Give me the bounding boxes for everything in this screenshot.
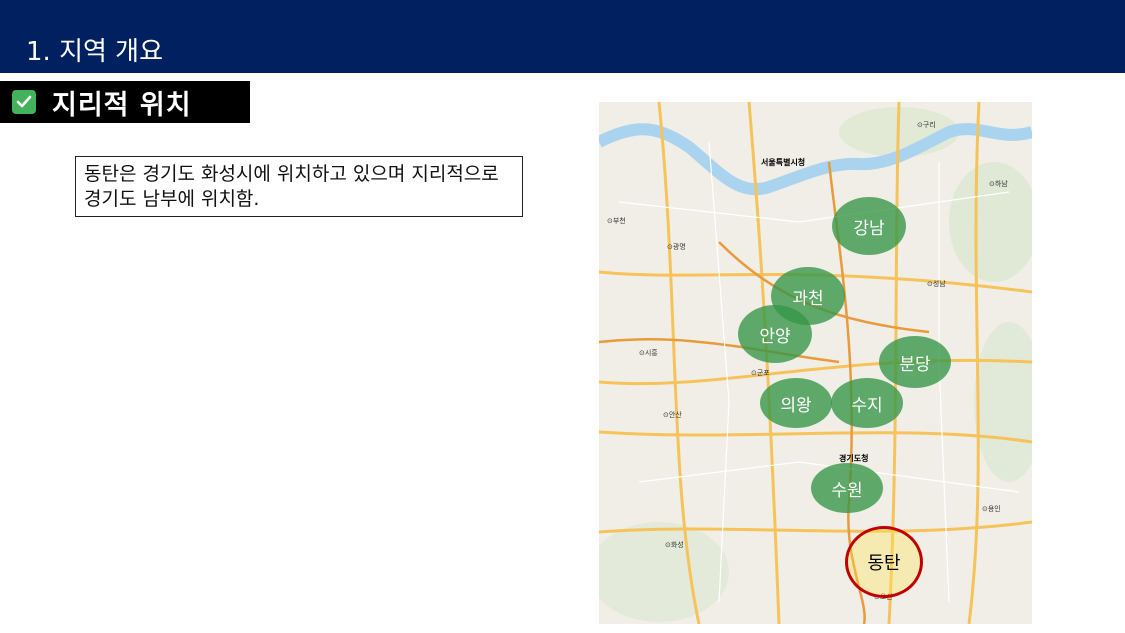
gunpo-label: ⊙군포: [751, 369, 770, 377]
guri-label: ⊙구리: [917, 121, 936, 129]
description-text: 동탄은 경기도 화성시에 위치하고 있으며 지리적으로 경기도 남부에 위치함.: [84, 163, 499, 210]
location-map: 서울특별시청 ⊙구리 ⊙하남 ⊙성남 ⊙광명 ⊙시흥 ⊙군포 ⊙안산 ⊙화성 ⊙…: [599, 102, 1032, 624]
seoul-label: 서울특별시청: [761, 158, 806, 167]
header-bar: 1. 지역 개요: [0, 0, 1125, 73]
yongin-label: ⊙용인: [982, 505, 1001, 513]
region-suwon: 수원: [811, 463, 883, 513]
gwangmyeong-label: ⊙광명: [667, 243, 686, 251]
hwaseong-label: ⊙화성: [665, 541, 684, 549]
check-mark-icon: [12, 90, 36, 114]
hanam-label: ⊙하남: [989, 180, 1008, 188]
target-dongtan: 동탄: [845, 526, 923, 598]
section-title: 지리적 위치: [52, 89, 192, 121]
region-gangnam: 강남: [832, 197, 906, 255]
description-box: 동탄은 경기도 화성시에 위치하고 있으며 지리적으로 경기도 남부에 위치함.: [75, 156, 523, 217]
region-anyang: 안양: [738, 305, 812, 363]
map-background: [599, 102, 1032, 624]
region-bundang: 분당: [879, 336, 951, 388]
section-heading: 지리적 위치: [0, 81, 250, 123]
region-uiwang: 의왕: [760, 378, 832, 428]
siheung-label: ⊙시흥: [639, 349, 658, 357]
region-suji: 수지: [831, 378, 903, 428]
page-title: 1. 지역 개요: [26, 37, 164, 67]
ansan-label: ⊙안산: [663, 411, 682, 419]
seongnam-label: ⊙성남: [927, 280, 946, 288]
bucheon-label: ⊙부천: [607, 217, 626, 225]
